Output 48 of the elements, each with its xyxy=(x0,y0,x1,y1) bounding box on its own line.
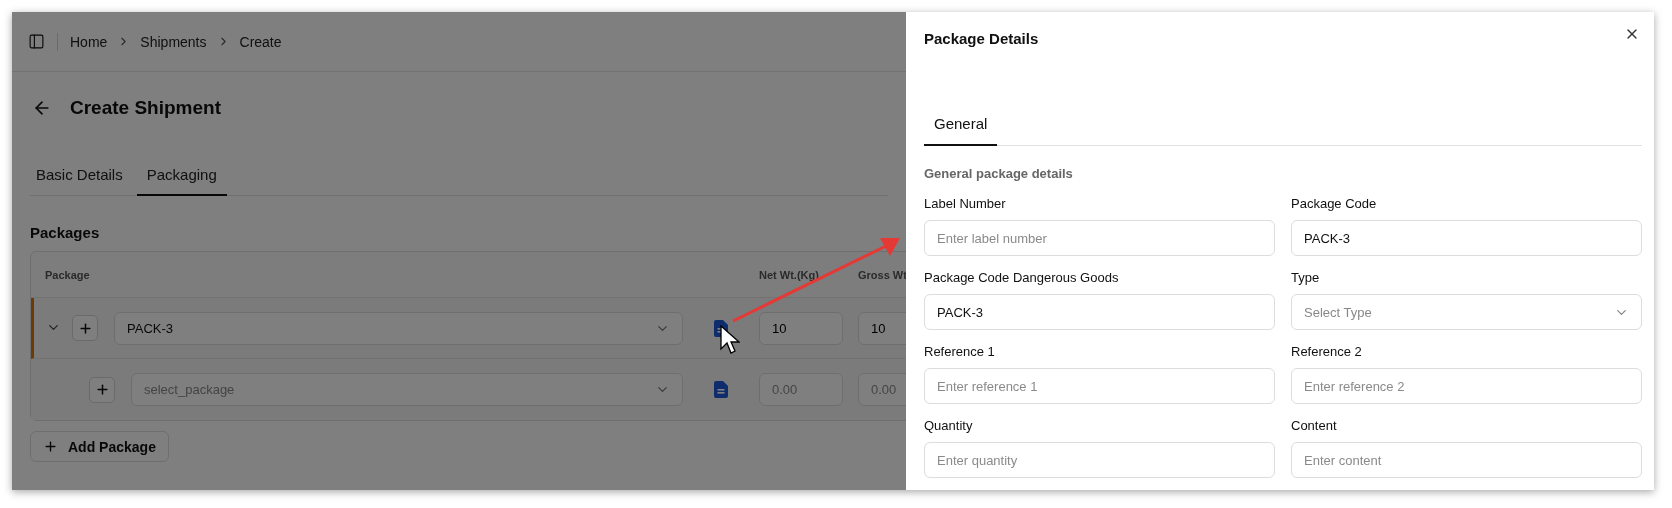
breadcrumb-link[interactable]: Shipments xyxy=(140,33,207,50)
gross-weight-input[interactable]: 0.00 xyxy=(858,373,906,406)
field-label: Package Code xyxy=(1291,196,1378,211)
breadcrumb-link[interactable]: Create xyxy=(239,33,282,50)
field-label: Type xyxy=(1291,270,1321,285)
field-label: Content xyxy=(1291,418,1338,433)
section-title: General package details xyxy=(924,166,1074,181)
plus-icon xyxy=(77,320,93,336)
select-value: PACK-3 xyxy=(127,320,173,336)
column-header: Gross Wt xyxy=(858,268,906,281)
details-button[interactable] xyxy=(714,381,728,398)
net-weight-input[interactable]: 10 xyxy=(759,311,843,345)
field-label: Package Code Dangerous Goods xyxy=(924,270,1120,285)
sidebar-toggle-icon[interactable] xyxy=(28,33,45,50)
tab[interactable]: General xyxy=(924,105,998,146)
input-field[interactable]: PACK-3 xyxy=(924,294,1275,330)
input-field[interactable]: Enter label number xyxy=(924,220,1275,256)
add-child-button[interactable] xyxy=(89,376,115,403)
column-header: Net Wt.(Kg) xyxy=(759,268,820,281)
plus-icon xyxy=(43,439,58,454)
section-title: Packages xyxy=(30,224,101,241)
input-field[interactable]: Enter reference 2 xyxy=(1291,368,1642,404)
breadcrumb-link[interactable]: Home xyxy=(70,33,108,50)
input-field[interactable]: Enter quantity xyxy=(924,442,1275,478)
net-weight-input[interactable]: 0.00 xyxy=(759,373,843,406)
select-field[interactable]: Select Type xyxy=(1291,294,1642,330)
package-select[interactable]: PACK-3 xyxy=(114,311,683,345)
field-label: Reference 1 xyxy=(924,344,996,359)
gross-weight-input[interactable]: 10 xyxy=(858,311,906,345)
page-title: Create Shipment xyxy=(70,97,221,119)
add-package-button[interactable]: Add Package xyxy=(30,431,169,462)
field-label: Reference 2 xyxy=(1291,344,1363,359)
input-field[interactable]: PACK-3 xyxy=(1291,220,1642,256)
select-value: select_package xyxy=(144,382,235,397)
document-icon xyxy=(714,381,728,398)
input-field[interactable]: Enter reference 1 xyxy=(924,368,1275,404)
select-value: Select Type xyxy=(1304,304,1372,320)
field-label: Label Number xyxy=(924,196,1007,211)
package-select[interactable]: select_package xyxy=(131,373,683,406)
cursor-icon xyxy=(720,325,740,354)
column-header: Package xyxy=(44,268,91,281)
drawer-title: Package Details xyxy=(924,30,1039,47)
add-child-button[interactable] xyxy=(72,315,98,341)
tab[interactable]: Basic Details xyxy=(30,154,133,196)
plus-icon xyxy=(94,382,110,397)
field-label: Quantity xyxy=(924,418,974,433)
input-field[interactable]: Enter content xyxy=(1291,442,1642,478)
tab[interactable]: Packaging xyxy=(136,154,227,196)
